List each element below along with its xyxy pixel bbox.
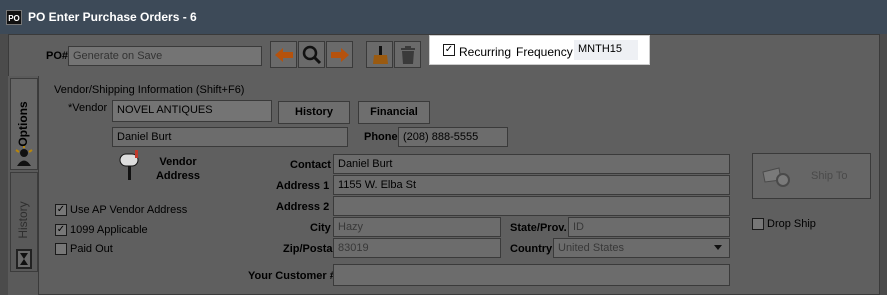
clear-button[interactable] — [366, 41, 393, 68]
contact-label: Contact — [290, 159, 331, 171]
address2-label: Address 2 — [276, 201, 330, 213]
options-person-icon — [14, 146, 34, 168]
frequency-field[interactable]: MNTH15 — [574, 40, 638, 60]
drop-ship-label: Drop Ship — [767, 218, 816, 230]
po-number-field[interactable]: Generate on Save — [68, 46, 262, 66]
state-label: State/Prov. — [510, 222, 567, 234]
phone-field[interactable]: (208) 888-5555 — [398, 127, 508, 147]
arrow-right-icon — [330, 47, 349, 62]
state-field[interactable]: ID — [568, 217, 730, 237]
address2-field[interactable] — [333, 196, 730, 216]
drop-ship-checkbox[interactable] — [752, 218, 764, 230]
tab-history-label: History — [16, 201, 30, 239]
mailbox-icon — [116, 150, 144, 180]
delete-button[interactable] — [394, 41, 421, 68]
use-ap-vendor-address-label: Use AP Vendor Address — [70, 204, 188, 216]
trash-icon — [400, 45, 415, 64]
po-number-label: PO# — [46, 50, 69, 62]
frequency-label: Frequency — [516, 45, 573, 59]
vendor-section-title: Vendor/Shipping Information (Shift+F6) — [54, 84, 245, 96]
previous-button[interactable] — [270, 41, 297, 68]
vendor-address-label: Vendor Address — [155, 156, 201, 182]
broom-icon — [372, 45, 388, 64]
ship-to-button[interactable]: Ship To — [752, 153, 871, 199]
ship-to-label: Ship To — [811, 170, 848, 182]
customer-number-label: Your Customer # — [248, 270, 336, 282]
address1-field[interactable]: 1155 W. Elba St — [333, 175, 730, 195]
1099-applicable-label: 1099 Applicable — [70, 224, 148, 236]
chevron-down-icon — [714, 245, 722, 250]
search-icon — [302, 45, 321, 64]
phone-label: Phone — [364, 131, 398, 143]
window-title: PO Enter Purchase Orders - 6 — [28, 10, 197, 24]
use-ap-vendor-address-checkbox[interactable]: ✓ — [55, 204, 67, 216]
vendor-field[interactable]: NOVEL ANTIQUES — [112, 100, 272, 122]
1099-applicable-checkbox[interactable]: ✓ — [55, 224, 67, 236]
city-label: City — [310, 222, 331, 234]
paid-out-label: Paid Out — [70, 243, 113, 255]
zip-label: Zip/Postal — [283, 243, 336, 255]
country-value: United States — [558, 242, 625, 254]
paid-out-checkbox[interactable] — [55, 243, 67, 255]
city-field[interactable]: Hazy — [333, 217, 501, 237]
financial-button[interactable]: Financial — [358, 101, 430, 124]
contact-field[interactable]: Daniel Burt — [333, 154, 730, 174]
hourglass-icon — [15, 248, 33, 270]
recurring-label: Recurring — [459, 45, 512, 59]
country-label: Country — [510, 243, 553, 255]
customer-number-field[interactable] — [333, 264, 730, 286]
address1-label: Address 1 — [276, 180, 330, 192]
zip-field[interactable]: 83019 — [333, 238, 501, 258]
recurring-checkbox[interactable]: ✓ — [443, 44, 455, 56]
history-button[interactable]: History — [278, 101, 350, 124]
vendor-label: *Vendor — [68, 102, 108, 114]
next-button[interactable] — [326, 41, 353, 68]
search-button[interactable] — [298, 41, 325, 68]
arrow-left-icon — [274, 47, 293, 62]
app-icon: PO — [6, 10, 22, 25]
country-select[interactable]: United States — [553, 238, 730, 258]
contact-name-field[interactable]: Daniel Burt — [112, 127, 348, 147]
truck-icon — [762, 167, 790, 187]
